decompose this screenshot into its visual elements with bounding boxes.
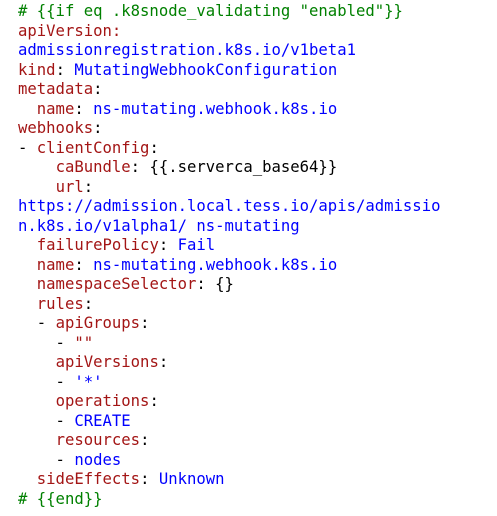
code-token-key: metadata — [18, 80, 94, 98]
code-token-key: apiGroups — [55, 314, 141, 332]
code-token-plain: : — [74, 99, 94, 118]
code-token-val: '*' — [74, 372, 103, 391]
code-line: name: ns-mutating.webhook.k8s.io — [18, 100, 497, 120]
code-token-key: kind — [18, 60, 56, 79]
code-token-key: failurePolicy — [36, 236, 159, 254]
code-line: - "" — [18, 334, 497, 354]
code-token-plain: : — [140, 314, 150, 332]
code-line: webhooks: — [18, 119, 497, 139]
code-token-val: nodes — [74, 450, 122, 469]
code-token-plain: : — [93, 80, 103, 98]
code-line: metadata: — [18, 80, 497, 100]
code-token-key: "" — [74, 333, 94, 352]
code-token-key: clientConfig — [36, 138, 150, 157]
code-line: sideEffects: Unknown — [18, 470, 497, 490]
code-line: - CREATE — [18, 412, 497, 432]
code-token-key: webhooks — [18, 119, 94, 137]
code-line: - apiGroups: — [18, 314, 497, 334]
code-token-val: ns-mutating.webhook.k8s.io — [93, 255, 338, 274]
code-token-val: https://admission.local.tess.io/apis/adm… — [18, 197, 441, 215]
code-token-key: rules — [36, 294, 84, 313]
code-token-key: name — [36, 99, 75, 118]
code-token-val: MutatingWebhookConfiguration — [74, 60, 338, 79]
code-token-plain: : — [149, 392, 159, 410]
code-token-plain: - — [18, 138, 37, 157]
code-token-plain: : {} — [196, 275, 234, 293]
code-line: # {{if eq .k8snode_validating "enabled"}… — [18, 2, 497, 22]
code-line: apiVersions: — [18, 353, 497, 373]
code-token-plain: : {{.serverca_base64}} — [130, 158, 338, 176]
code-token-plain: - — [18, 314, 56, 332]
code-line: - '*' — [18, 373, 497, 393]
code-token-plain: : — [140, 470, 159, 488]
code-token-val: Fail — [177, 236, 216, 254]
yaml-code-block: # {{if eq .k8snode_validating "enabled"}… — [0, 0, 497, 509]
code-token-plain: : — [83, 177, 94, 196]
code-token-val: Unknown — [158, 470, 225, 488]
code-line: # {{end}} — [18, 490, 497, 510]
code-line: url: — [18, 178, 497, 198]
code-token-plain: : — [93, 119, 103, 137]
code-token-cmt: # {{end}} — [18, 489, 103, 508]
code-line: operations: — [18, 392, 497, 412]
code-token-val: admissionregistration.k8s.io/v1beta1 — [18, 41, 356, 59]
code-token-plain: : — [140, 431, 150, 449]
code-line: - clientConfig: — [18, 139, 497, 159]
code-token-key: sideEffects — [36, 470, 141, 488]
code-line: resources: — [18, 431, 497, 451]
code-token-val: n.k8s.io/v1alpha1/ ns-mutating — [18, 216, 300, 235]
code-token-plain: : — [149, 138, 159, 157]
code-token-key: apiVersion: — [18, 21, 122, 40]
code-token-key: caBundle — [55, 158, 131, 176]
code-token-plain: : — [74, 255, 94, 274]
code-line: - nodes — [18, 451, 497, 471]
code-token-key: operations — [55, 392, 150, 410]
code-token-key: resources — [55, 431, 141, 449]
code-line: kind: MutatingWebhookConfiguration — [18, 61, 497, 81]
code-token-plain: : — [55, 60, 75, 79]
code-line: failurePolicy: Fail — [18, 236, 497, 256]
code-line: namespaceSelector: {} — [18, 275, 497, 295]
code-token-plain: - — [18, 333, 75, 352]
code-token-key: apiVersions — [55, 353, 159, 371]
code-token-plain: : — [158, 353, 169, 371]
code-token-cmt: # {{if eq .k8snode_validating "enabled"}… — [18, 2, 403, 20]
code-token-key: url — [55, 177, 84, 196]
code-token-plain: - — [18, 450, 75, 469]
code-token-val: ns-mutating.webhook.k8s.io — [93, 99, 338, 118]
code-line: admissionregistration.k8s.io/v1beta1 — [18, 41, 497, 61]
code-token-plain: - — [18, 411, 75, 430]
code-line: n.k8s.io/v1alpha1/ ns-mutating — [18, 217, 497, 237]
code-token-plain: - — [18, 372, 75, 391]
code-token-plain: : — [158, 236, 178, 254]
code-token-key: name — [36, 255, 75, 274]
code-token-val: CREATE — [74, 411, 131, 430]
code-line: name: ns-mutating.webhook.k8s.io — [18, 256, 497, 276]
code-line: rules: — [18, 295, 497, 315]
code-line: caBundle: {{.serverca_base64}} — [18, 158, 497, 178]
code-token-key: namespaceSelector — [36, 275, 197, 293]
code-line: https://admission.local.tess.io/apis/adm… — [18, 197, 497, 217]
code-token-plain: : — [83, 294, 94, 313]
code-line: apiVersion: — [18, 22, 497, 42]
